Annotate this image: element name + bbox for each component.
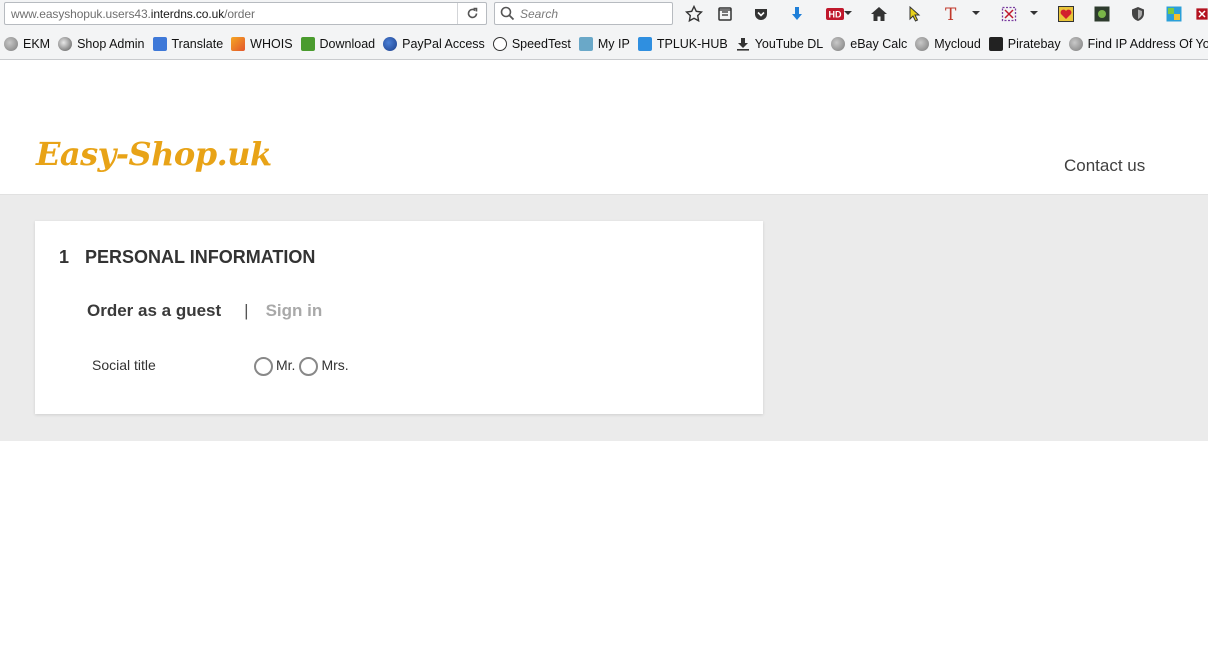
social-title-options: Mr. Mrs. [254,355,353,376]
browser-toolbar: www.easyshopuk.users43.interdns.co.uk/or… [0,0,1208,29]
contact-us-link[interactable]: Contact us [1064,156,1145,176]
address-url[interactable]: www.easyshopuk.users43.interdns.co.uk/or… [11,7,255,21]
tab-sign-in[interactable]: Sign in [266,301,323,321]
bookmark-item[interactable]: EKM [4,37,50,51]
bookmark-label: My IP [597,37,630,51]
cursor-icon[interactable] [905,4,925,24]
bookmark-item[interactable]: PayPal Access [383,37,485,51]
bookmark-label: Find IP Address Of Yo... [1087,37,1208,51]
bookmark-label: PayPal Access [402,37,485,51]
globe-icon [915,37,930,51]
pocket-icon[interactable] [751,4,771,24]
bookmark-label: Translate [171,37,224,51]
mrs-radio-label[interactable]: Mrs. [321,357,348,373]
bookmark-item[interactable]: WHOIS [231,37,293,51]
bookmark-label: eBay Calc [850,37,908,51]
text-icon[interactable]: T [941,4,961,24]
search-placeholder: Search [520,7,559,21]
bookmark-item[interactable]: TPLUK-HUB [637,37,728,51]
download-arrow-icon [736,37,750,51]
tab-order-as-guest[interactable]: Order as a guest [87,301,221,321]
mr-radio-label[interactable]: Mr. [276,357,295,373]
reading-list-icon[interactable] [715,4,735,24]
step-title: PERSONAL INFORMATION [85,247,316,267]
monitor-extension-icon[interactable] [1092,4,1112,24]
bookmark-item[interactable]: Find IP Address Of Yo... [1068,37,1208,51]
tab-separator: | [244,301,249,320]
paypal-icon [383,37,398,51]
bookmark-item[interactable]: Shop Admin [58,37,145,51]
chevron-down-icon[interactable] [972,11,980,15]
globe-icon [1068,37,1083,51]
screenshot-icon[interactable] [999,4,1019,24]
tp-icon [637,37,652,51]
bookmark-label: WHOIS [250,37,293,51]
whois-icon [231,37,246,51]
bookmark-label: Shop Admin [77,37,145,51]
social-title-label: Social title [92,357,156,373]
site-logo[interactable]: Easy-Shop.uk [36,135,272,173]
translate-icon [152,37,167,51]
mrs-radio[interactable] [299,357,319,376]
bookmark-item[interactable]: Translate [152,37,224,51]
site-header: Easy-Shop.uk Contact us [0,61,1208,195]
chevron-down-icon[interactable] [1030,11,1038,15]
close-tab-icon[interactable] [1196,4,1208,24]
bookmark-label: Mycloud [934,37,981,51]
reload-icon[interactable] [457,3,487,24]
bookmark-item[interactable]: Piratebay [988,37,1061,51]
globe-icon [831,37,846,51]
mr-radio[interactable] [254,357,273,376]
search-bar[interactable]: Search [494,2,673,25]
bookmark-item[interactable]: My IP [578,37,630,51]
heart-extension-icon[interactable] [1056,4,1076,24]
checkout-tabs: Order as a guest | Sign in [87,301,322,321]
bookmark-label: Piratebay [1007,37,1061,51]
search-icon [500,6,515,26]
bookmark-star-icon[interactable] [684,4,704,24]
shop-icon [58,37,73,51]
globe-icon [4,37,18,51]
shield-icon[interactable] [1128,4,1148,24]
bookmark-item[interactable]: Mycloud [915,37,981,51]
download-icon [300,37,315,51]
bookmark-item[interactable]: Download [300,37,376,51]
bookmarks-list: EKM Shop Admin Translate WHOIS Download PayPa… [4,37,1208,51]
bookmark-label: Download [319,37,376,51]
personal-information-card: 1 PERSONAL INFORMATION Order as a guest … [35,221,763,414]
checkout-area: 1 PERSONAL INFORMATION Order as a guest … [0,195,1208,441]
download-icon[interactable] [787,4,807,24]
bookmark-label: YouTube DL [754,37,824,51]
step-number: 1 [59,247,70,267]
bookmark-item[interactable]: eBay Calc [831,37,907,51]
step-heading[interactable]: 1 PERSONAL INFORMATION [59,247,315,268]
address-bar[interactable]: www.easyshopuk.users43.interdns.co.uk/or… [4,2,487,25]
map-extension-icon[interactable] [1164,4,1184,24]
home-icon[interactable] [869,4,889,24]
chevron-down-icon[interactable] [844,11,852,15]
bookmark-label: EKM [23,37,51,51]
speedometer-icon [492,37,507,51]
bookmarks-toolbar: EKM Shop Admin Translate WHOIS Download PayPa… [0,29,1208,60]
svg-text:HD: HD [829,10,842,20]
bookmark-item[interactable]: SpeedTest [492,37,571,51]
pirate-icon [988,37,1003,51]
bookmark-label: TPLUK-HUB [656,37,728,51]
bookmark-label: SpeedTest [511,37,571,51]
bookmark-item[interactable]: YouTube DL [736,37,824,51]
ip-icon [578,37,593,51]
svg-text:T: T [945,5,957,23]
